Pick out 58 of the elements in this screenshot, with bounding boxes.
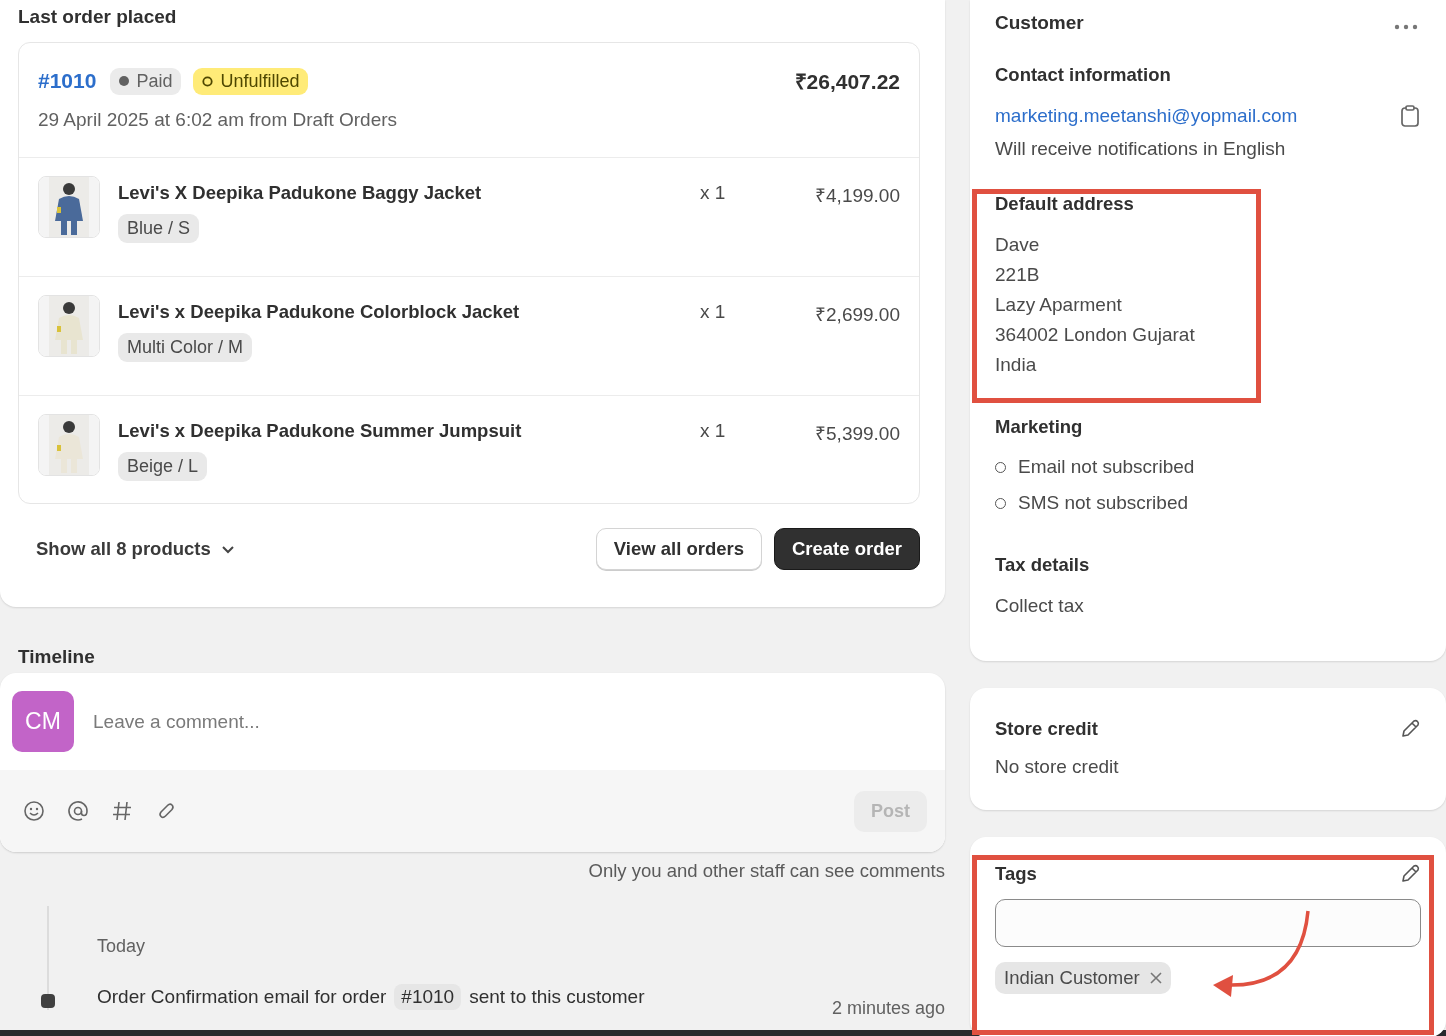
product-name: Levi's x Deepika Padukone Summer Jumpsuit xyxy=(118,420,523,442)
tag-field[interactable] xyxy=(995,899,1421,947)
edit-icon[interactable] xyxy=(1399,718,1421,740)
section-title: Marketing xyxy=(995,416,1084,438)
product-name: Levi's x Deepika Padukone Colorblock Jacket xyxy=(118,301,521,323)
order-date: 29 April 2025 at 6:02 am from Draft Orders xyxy=(38,109,399,131)
card-title: Tags xyxy=(995,863,1037,885)
variant-tag: Beige / L xyxy=(118,452,208,481)
order-link[interactable]: #1010 xyxy=(38,69,97,93)
remove-icon[interactable] xyxy=(1149,972,1162,984)
address-line: Lazy Aparment xyxy=(995,294,1123,316)
status-badge: Unfulfilled xyxy=(193,67,309,95)
event-time: 2 minutes ago xyxy=(831,998,945,1019)
view-button[interactable]: View all orders xyxy=(595,528,762,570)
emoji-icon[interactable] xyxy=(22,799,46,823)
comment-field[interactable]: Leave a comment... xyxy=(91,709,933,734)
avatar: CM xyxy=(12,691,74,752)
card-title: Store credit xyxy=(995,718,1098,740)
event-text: Order Confirmation email for order xyxy=(97,986,387,1008)
variant-tag: Multi Color / M xyxy=(118,333,252,362)
address-line: India xyxy=(995,354,1038,376)
tag-chip: Indian Customer xyxy=(995,962,1171,994)
show-all-button[interactable]: Show all 8 products xyxy=(36,538,235,560)
create-button[interactable]: Create order xyxy=(774,528,920,570)
hint-text: Only you and other staff can see comments xyxy=(587,860,945,882)
tax-value: Collect tax xyxy=(995,595,1085,617)
address-line: 221B xyxy=(995,264,1041,286)
hashtag-icon[interactable] xyxy=(110,799,134,823)
quantity: x 1 xyxy=(700,182,727,204)
order-link[interactable]: #1010 xyxy=(394,984,462,1010)
variant-tag: Blue / S xyxy=(118,214,200,243)
section-title: Default address xyxy=(995,193,1135,215)
price: ₹5,399.00 xyxy=(814,422,900,446)
email-link[interactable]: marketing.meetanshi@yopmail.com xyxy=(995,105,1298,127)
status-badge: Paid xyxy=(110,67,182,95)
quantity: x 1 xyxy=(700,301,727,323)
section-title: Timeline xyxy=(18,646,95,668)
marketing-status: Email not subscribed xyxy=(1018,456,1195,478)
card-title: Customer xyxy=(995,12,1084,34)
price: ₹2,699.00 xyxy=(814,303,900,327)
order-total: ₹26,407.22 xyxy=(794,69,900,95)
price: ₹4,199.00 xyxy=(814,184,900,208)
date-heading: Today xyxy=(97,936,147,957)
address-line: Dave xyxy=(995,234,1041,256)
section-title: Last order placed xyxy=(18,6,178,28)
edit-icon[interactable] xyxy=(1399,863,1421,885)
product-name: Levi's X Deepika Padukone Baggy Jacket xyxy=(118,182,483,204)
address-line: 364002 London Gujarat xyxy=(995,324,1196,346)
section-title: Tax details xyxy=(995,554,1091,576)
event-text: sent to this customer xyxy=(469,986,645,1008)
quantity: x 1 xyxy=(700,420,727,442)
store-credit-value: No store credit xyxy=(995,756,1120,778)
chevron-down-icon xyxy=(220,544,235,554)
mention-icon[interactable] xyxy=(66,799,90,823)
section-title: Contact information xyxy=(995,64,1172,86)
clipboard-icon[interactable] xyxy=(1399,104,1421,128)
notification-note: Will receive notifications in English xyxy=(995,138,1287,160)
marketing-status: SMS not subscribed xyxy=(1018,492,1189,514)
